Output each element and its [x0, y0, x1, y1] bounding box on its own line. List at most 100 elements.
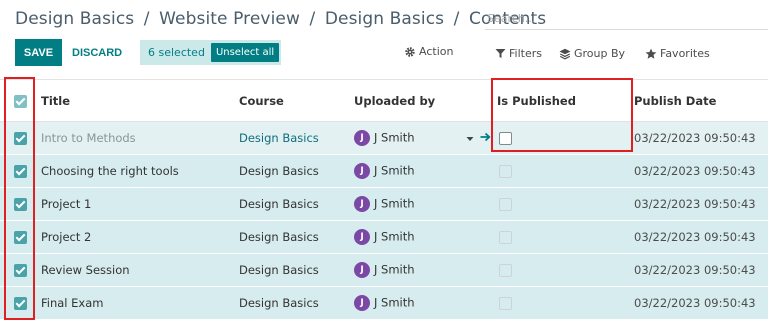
filters-label: Filters	[509, 47, 542, 60]
filters-button[interactable]: Filters	[494, 47, 542, 60]
row-select-cell	[0, 155, 34, 188]
cell-publish-date[interactable]: 03/22/2023 09:50:43	[634, 221, 768, 254]
uploader-name: J Smith	[374, 229, 415, 244]
cell-publish-date[interactable]: 03/22/2023 09:50:43	[634, 155, 768, 188]
is-published-checkbox[interactable]	[499, 198, 512, 211]
row-checkbox[interactable]	[14, 132, 27, 145]
breadcrumb-separator: /	[453, 9, 460, 29]
uploader-name: J Smith	[374, 262, 415, 277]
row-select-cell	[0, 122, 34, 155]
cell-publish-date[interactable]: 03/22/2023 09:50:43	[634, 122, 768, 155]
is-published-checkbox[interactable]	[499, 231, 512, 244]
edit-controls	[466, 131, 491, 145]
breadcrumb-separator: /	[309, 9, 316, 29]
row-select-cell	[0, 188, 34, 221]
cell-course[interactable]: Design Basics	[239, 254, 354, 287]
cell-is-published	[497, 287, 634, 320]
cell-is-published	[497, 122, 634, 155]
content-list-table: Title Course Uploaded by Is Published Pu…	[0, 79, 768, 320]
selection-info: 6 selected Unselect all	[140, 40, 281, 65]
cell-title[interactable]: Project 2	[34, 221, 239, 254]
save-button[interactable]: SAVE	[15, 39, 62, 66]
cell-publish-date[interactable]: 03/22/2023 09:50:43	[634, 254, 768, 287]
select-all-checkbox[interactable]	[14, 94, 27, 108]
avatar: J	[354, 262, 370, 278]
select-all-cell	[0, 80, 34, 122]
is-published-checkbox[interactable]	[499, 297, 512, 310]
cell-publish-date[interactable]: 03/22/2023 09:50:43	[634, 188, 768, 221]
table-row[interactable]: Project 1 Design Basics J J Smith 03/22/2…	[0, 187, 768, 221]
breadcrumb-item-course[interactable]: Design Basics	[15, 9, 134, 29]
breadcrumb-item-website-preview[interactable]: Website Preview	[159, 9, 300, 29]
group-by-label: Group By	[574, 47, 626, 60]
column-header-course[interactable]: Course	[239, 80, 354, 122]
table-row[interactable]: Final Exam Design Basics J J Smith 03/22/…	[0, 286, 768, 320]
cell-is-published	[497, 188, 634, 221]
breadcrumb-separator: /	[143, 9, 150, 29]
action-menu-button[interactable]: Action	[404, 45, 453, 58]
cell-publish-date[interactable]: 03/22/2023 09:50:43	[634, 287, 768, 320]
arrow-right-icon[interactable]	[480, 131, 491, 145]
cell-uploaded-by[interactable]: J J Smith	[354, 122, 497, 155]
row-checkbox[interactable]	[14, 231, 27, 244]
row-select-cell	[0, 221, 34, 254]
column-header-uploaded-by[interactable]: Uploaded by	[354, 80, 497, 122]
discard-button[interactable]: DISCARD	[67, 39, 127, 66]
avatar: J	[354, 163, 370, 179]
gear-icon	[404, 46, 416, 58]
group-by-button[interactable]: Group By	[559, 47, 625, 60]
cell-course[interactable]: Design Basics	[239, 155, 354, 188]
row-checkbox[interactable]	[14, 264, 27, 277]
cell-course[interactable]: Design Basics	[239, 122, 354, 155]
cell-uploaded-by[interactable]: J J Smith	[354, 155, 497, 188]
layers-icon	[559, 48, 571, 60]
cell-title[interactable]: Final Exam	[34, 287, 239, 320]
search-bar	[485, 8, 768, 30]
cell-uploaded-by[interactable]: J J Smith	[354, 188, 497, 221]
selected-count: 6 selected	[148, 46, 205, 59]
table-header-row: Title Course Uploaded by Is Published Pu…	[0, 79, 768, 122]
uploader-name: J Smith	[374, 295, 415, 310]
filter-icon	[494, 48, 506, 60]
star-icon	[645, 48, 657, 60]
cell-course[interactable]: Design Basics	[239, 188, 354, 221]
table-row[interactable]: Choosing the right tools Design Basics J…	[0, 154, 768, 188]
cell-uploaded-by[interactable]: J J Smith	[354, 254, 497, 287]
cell-uploaded-by[interactable]: J J Smith	[354, 221, 497, 254]
avatar: J	[354, 229, 370, 245]
breadcrumb: Design Basics / Website Preview / Design…	[15, 9, 546, 29]
cell-title[interactable]: Project 1	[34, 188, 239, 221]
row-checkbox[interactable]	[14, 165, 27, 178]
breadcrumb-item-course-2[interactable]: Design Basics	[325, 9, 444, 29]
favorites-button[interactable]: Favorites	[645, 47, 710, 60]
caret-down-icon[interactable]	[466, 131, 474, 145]
cell-title[interactable]: Review Session	[34, 254, 239, 287]
table-row[interactable]: Intro to Methods Design Basics JJ Smith …	[0, 121, 768, 155]
avatar: J	[354, 196, 370, 212]
action-label: Action	[419, 45, 454, 58]
column-header-title[interactable]: Title	[34, 80, 239, 122]
is-published-checkbox[interactable]	[499, 165, 512, 178]
is-published-checkbox[interactable]	[499, 132, 512, 145]
search-input[interactable]	[485, 8, 768, 28]
uploader-name: J Smith	[374, 196, 415, 211]
cell-is-published	[497, 155, 634, 188]
row-checkbox[interactable]	[14, 297, 27, 310]
avatar: J	[354, 295, 370, 311]
row-select-cell	[0, 287, 34, 320]
cell-is-published	[497, 254, 634, 287]
column-header-is-published[interactable]: Is Published	[497, 80, 634, 122]
cell-uploaded-by[interactable]: J J Smith	[354, 287, 497, 320]
cell-title[interactable]: Intro to Methods	[34, 122, 239, 155]
avatar: J	[354, 130, 370, 146]
cell-course[interactable]: Design Basics	[239, 287, 354, 320]
table-row[interactable]: Project 2 Design Basics J J Smith 03/22/2…	[0, 220, 768, 254]
table-row[interactable]: Review Session Design Basics J J Smith 03…	[0, 253, 768, 287]
uploader-name: J Smith	[374, 130, 415, 145]
row-checkbox[interactable]	[14, 198, 27, 211]
cell-course[interactable]: Design Basics	[239, 221, 354, 254]
unselect-all-button[interactable]: Unselect all	[210, 43, 280, 62]
is-published-checkbox[interactable]	[499, 264, 512, 277]
cell-title[interactable]: Choosing the right tools	[34, 155, 239, 188]
column-header-publish-date[interactable]: Publish Date	[634, 80, 768, 122]
